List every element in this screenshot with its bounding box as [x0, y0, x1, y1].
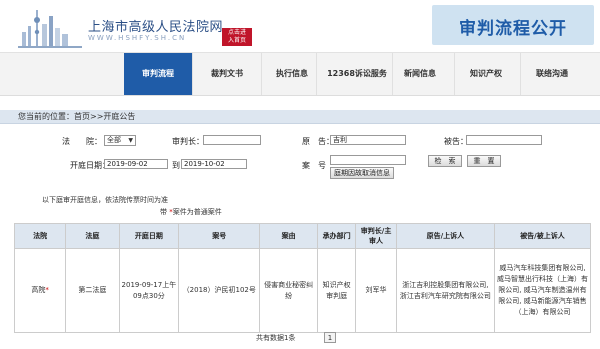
court-name: 高院	[31, 286, 46, 294]
nav-divider	[316, 53, 317, 95]
cell-case-no: （2018）沪民初102号	[178, 248, 261, 333]
nav-item-judgments[interactable]: 裁判文书	[193, 53, 261, 95]
breadcrumb: 您当前的位置：首页>>开庭公告	[0, 110, 600, 124]
hearing-table: 法院 法庭 开庭日期 案号 案由 承办部门 审判长/主审人 原告/上诉人 被告/…	[13, 223, 592, 333]
nav-item-litigation-service[interactable]: 12368诉讼服务	[320, 53, 394, 95]
cell-court: 高院*	[13, 248, 67, 333]
judge-label: 审判长：	[172, 137, 204, 146]
main-nav: 审判流程 裁判文书 执行信息 12368诉讼服务 新闻信息 知识产权 联络沟通	[0, 52, 600, 96]
date-to-label: 到	[172, 161, 180, 170]
cell-dept: 知识产权审判庭	[316, 248, 357, 333]
case-no-label: 案 号	[302, 161, 326, 170]
column-header: 法庭	[65, 223, 120, 249]
legend-note: 带 *案件为普通案件	[160, 207, 222, 217]
column-header: 案由	[259, 223, 318, 249]
cell-cause: 侵害商业秘密纠纷	[259, 248, 318, 333]
column-header: 承办部门	[316, 223, 357, 249]
defendant-input[interactable]	[466, 135, 542, 145]
ordinary-case-star: *	[45, 286, 49, 294]
column-header: 原告/上诉人	[395, 223, 495, 249]
column-header: 审判长/主审人	[355, 223, 397, 249]
date-to-input[interactable]	[181, 159, 247, 169]
cell-date: 2019-09-17上午09点30分	[118, 248, 180, 333]
banner: 审判流程公开	[432, 5, 594, 45]
enter-button-line1: 点击进	[227, 29, 246, 36]
cancelled-hearing-button[interactable]: 庭期因故取消信息	[330, 167, 394, 179]
skyline-logo-icon	[18, 10, 82, 48]
column-header: 被告/被上诉人	[493, 223, 592, 249]
legend-text: 案件为普通案件	[172, 208, 222, 216]
site-url: WWW.HSHFY.SH.CN	[88, 34, 187, 42]
nav-item-news[interactable]: 新闻信息	[386, 53, 454, 95]
court-select-value: 全部	[107, 136, 121, 144]
cell-judge: 刘军华	[355, 248, 397, 333]
site-header: 上海市高级人民法院网 WWW.HSHFY.SH.CN 点击进 入首页 审判流程公…	[0, 0, 600, 52]
enter-button-line2: 入首页	[227, 37, 246, 44]
cell-defendant: 威马汽车科技集团有限公司, 威马智慧出行科技（上海）有限公司, 威马汽车制造温州…	[493, 248, 592, 333]
cell-plaintiff: 浙江吉利控股集团有限公司, 浙江吉利汽车研究院有限公司	[395, 248, 495, 333]
court-select[interactable]: 全部 ▼	[104, 135, 136, 146]
cell-tribunal: 第二法庭	[65, 248, 120, 333]
case-no-input[interactable]	[330, 155, 406, 165]
site-name: 上海市高级人民法院网	[88, 20, 224, 35]
chevron-down-icon: ▼	[128, 137, 133, 144]
info-note: 以下庭审开庭信息，依法院传票时间为准	[42, 196, 168, 204]
judge-input[interactable]	[203, 135, 261, 145]
pager-total: 共有数据1条	[256, 334, 296, 342]
nav-item-contact[interactable]: 联络沟通	[518, 53, 586, 95]
column-header: 案号	[178, 223, 261, 249]
nav-item-trial-process[interactable]: 审判流程	[124, 53, 192, 95]
enter-homepage-button[interactable]: 点击进 入首页	[222, 28, 252, 46]
banner-title: 审判流程公开	[459, 19, 567, 39]
plaintiff-input[interactable]	[330, 135, 406, 145]
table-row[interactable]: 高院* 第二法庭 2019-09-17上午09点30分 （2018）沪民初102…	[13, 248, 592, 333]
pager-page-1[interactable]: 1	[324, 332, 336, 343]
court-label: 法 院：	[62, 137, 102, 146]
nav-item-ip[interactable]: 知识产权	[452, 53, 520, 95]
legend-prefix: 带	[160, 208, 170, 216]
column-header: 开庭日期	[118, 223, 180, 249]
search-button[interactable]: 检 索	[428, 155, 462, 167]
date-from-input[interactable]	[104, 159, 168, 169]
column-header: 法院	[13, 223, 67, 249]
defendant-label: 被告：	[444, 137, 468, 146]
reset-button[interactable]: 重 置	[467, 155, 501, 167]
table-header-row: 法院 法庭 开庭日期 案号 案由 承办部门 审判长/主审人 原告/上诉人 被告/…	[13, 223, 592, 249]
